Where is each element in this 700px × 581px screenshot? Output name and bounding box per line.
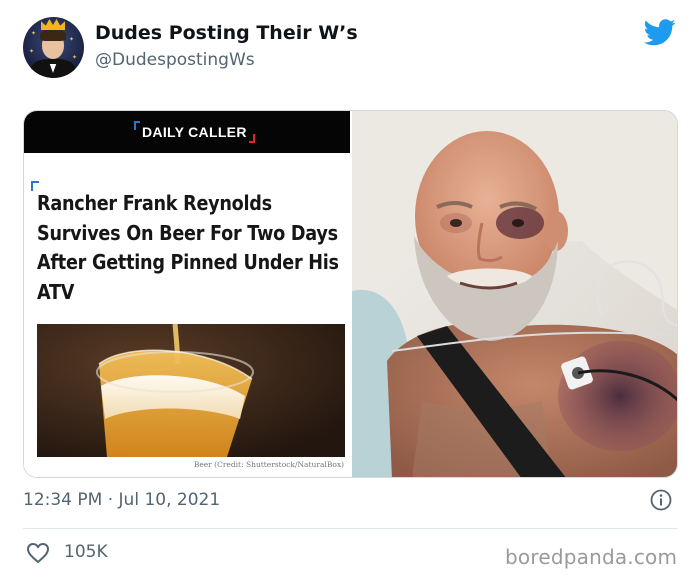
sparkle-icon: ✦ [31, 30, 37, 37]
source-watermark: boredpanda.com [505, 545, 678, 569]
beer-glass-image [37, 324, 345, 457]
heart-icon[interactable] [26, 542, 50, 564]
publication-name: DAILY CALLER [142, 124, 247, 140]
sparkle-icon: ✦ [69, 36, 75, 43]
injured-rancher-photo [352, 111, 677, 477]
publication-header: DAILY CALLER [24, 111, 350, 153]
sparkle-icon: ✦ [29, 48, 35, 55]
sparkle-icon: ✦ [72, 54, 78, 61]
article-headline: Rancher Frank Reynolds Survives On Beer … [37, 191, 339, 304]
crown-icon [41, 19, 65, 30]
twitter-bird-icon[interactable] [644, 19, 676, 46]
author-avatar[interactable]: ✦ ✦ ✦ ✦ [23, 17, 84, 78]
footer-divider [23, 528, 678, 529]
daily-caller-logo: DAILY CALLER [134, 121, 255, 143]
tweet-timestamp[interactable]: 12:34 PM · Jul 10, 2021 [23, 490, 220, 510]
author-display-name[interactable]: Dudes Posting Their W’s [95, 22, 358, 44]
image-caption: Beer (Credit: Shutterstock/NaturalBox) [193, 460, 344, 469]
like-count[interactable]: 105K [64, 542, 108, 562]
tweet-media[interactable]: DAILY CALLER Rancher Frank Reynolds Surv… [23, 110, 678, 478]
tweet-card: ✦ ✦ ✦ ✦ Dudes Posting Their W’s @Dudespo… [0, 0, 700, 581]
author-handle[interactable]: @DudespostingWs [95, 50, 255, 70]
info-icon[interactable] [650, 489, 672, 511]
article-screenshot: DAILY CALLER Rancher Frank Reynolds Surv… [24, 111, 350, 477]
